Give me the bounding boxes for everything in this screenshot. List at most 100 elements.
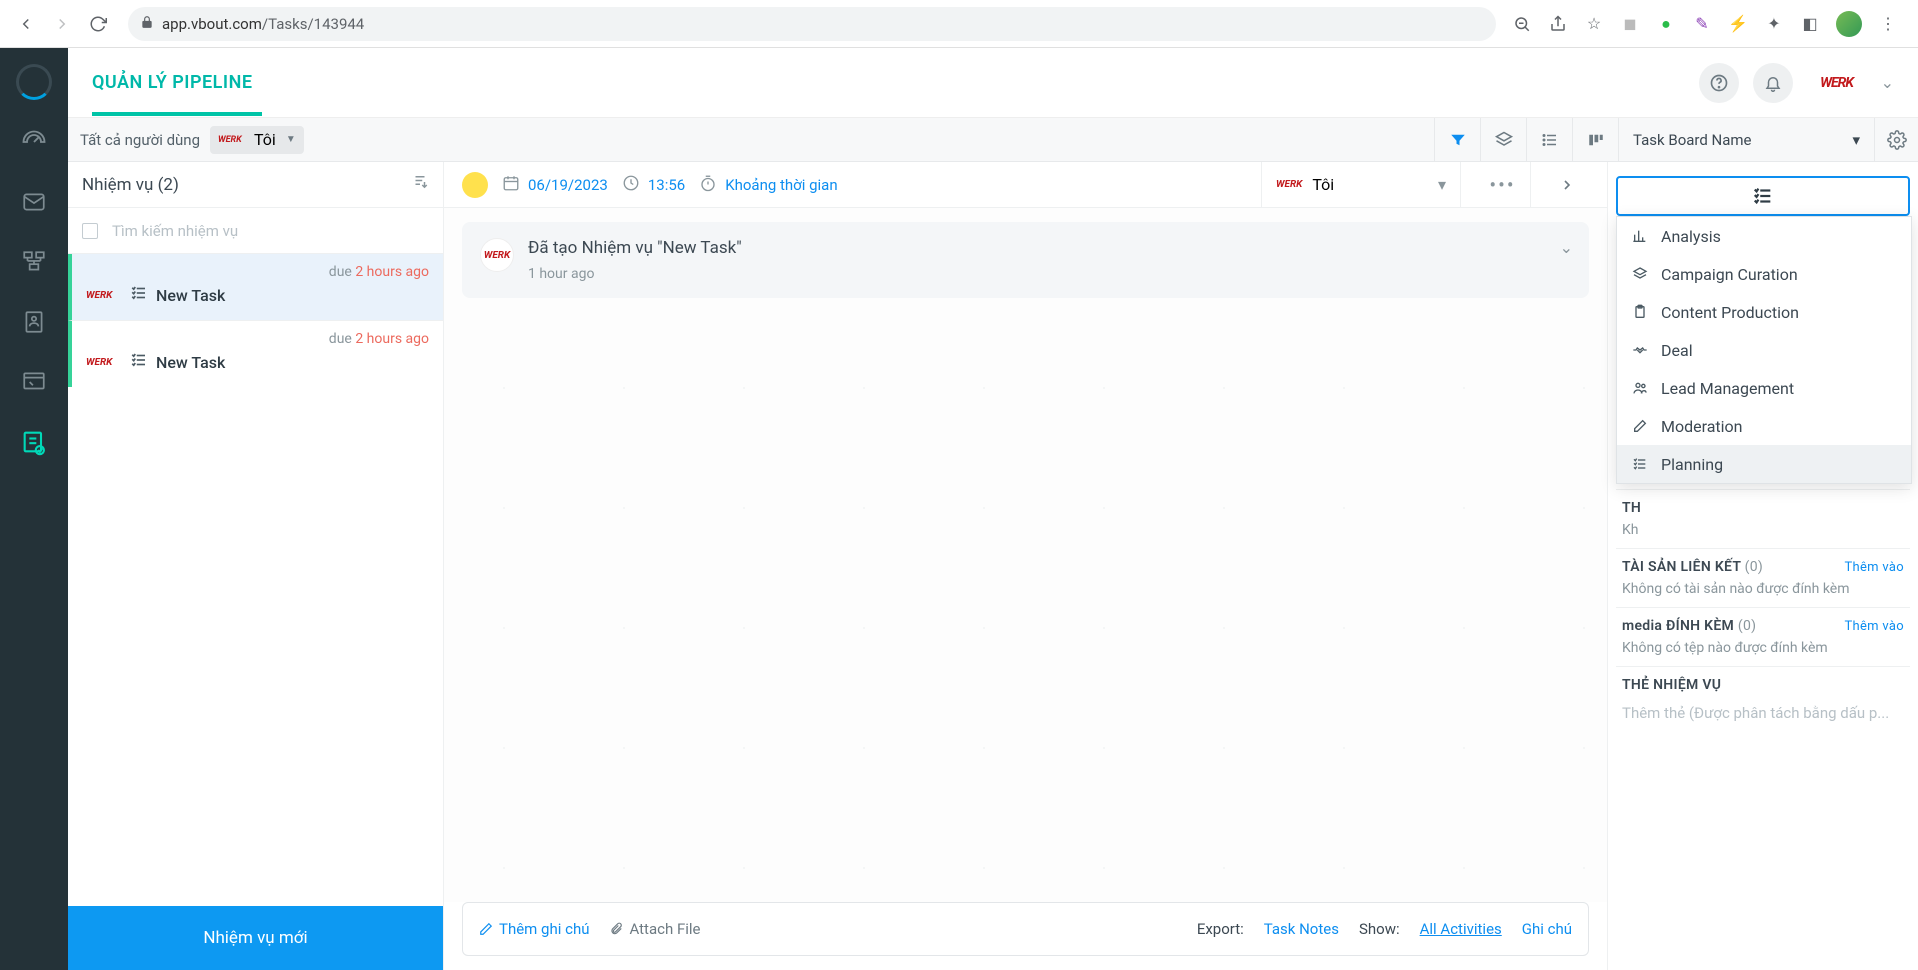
dropdown-item-campaign[interactable]: Campaign Curation <box>1617 255 1911 293</box>
task-item[interactable]: due 2 hours ago WERK New Task <box>68 254 443 320</box>
dropdown-item-analysis[interactable]: Analysis <box>1617 217 1911 255</box>
task-type-button[interactable] <box>1616 176 1910 216</box>
dropdown-item-moderation[interactable]: Moderation <box>1617 407 1911 445</box>
rail-email[interactable] <box>16 184 52 220</box>
rail-dashboard[interactable] <box>16 124 52 160</box>
show-notes[interactable]: Ghi chú <box>1522 920 1572 938</box>
activity-text: Đã tạo Nhiệm vụ "New Task" <box>528 238 742 258</box>
back-button[interactable] <box>12 10 40 38</box>
attach-file-button[interactable]: Attach File <box>609 920 700 938</box>
star-icon[interactable]: ☆ <box>1584 14 1604 34</box>
sidepanel-icon[interactable]: ◧ <box>1800 14 1820 34</box>
layers-view-icon[interactable] <box>1480 118 1526 161</box>
detail-footer: Thêm ghi chú Attach File Export: Task No… <box>462 902 1589 956</box>
select-all-checkbox[interactable] <box>82 223 98 239</box>
due-date-picker[interactable]: 06/19/2023 <box>502 174 608 196</box>
activity-card[interactable]: WERK Đã tạo Nhiệm vụ "New Task" 1 hour a… <box>462 222 1589 298</box>
settings-button[interactable] <box>1874 118 1918 161</box>
show-all-activities[interactable]: All Activities <box>1420 920 1502 938</box>
loading-spinner-icon <box>16 64 52 100</box>
assignee-select[interactable]: WERK Tôi ▾ <box>1261 162 1461 207</box>
sort-icon[interactable] <box>411 173 429 196</box>
reload-button[interactable] <box>84 10 112 38</box>
list-icon <box>1631 456 1649 472</box>
handshake-icon <box>1631 342 1649 358</box>
list-icon <box>1752 185 1774 207</box>
page-header: QUẢN LÝ PIPELINE WERK ⌄ <box>68 48 1918 118</box>
layers-icon <box>1631 266 1649 282</box>
section-deals: TH Kh <box>1616 489 1910 548</box>
user-filter-label: Tôi <box>254 130 276 149</box>
add-note-button[interactable]: Thêm ghi chú <box>479 920 589 938</box>
caret-down-icon: ▼ <box>286 134 296 145</box>
task-title: New Task <box>156 353 225 372</box>
dropdown-item-content[interactable]: Content Production <box>1617 293 1911 331</box>
assignee-logo-icon: WERK <box>1276 179 1302 190</box>
notification-button[interactable] <box>1753 63 1793 103</box>
account-logo[interactable]: WERK <box>1807 67 1867 99</box>
list-view-icon[interactable] <box>1526 118 1572 161</box>
edit-icon <box>1631 418 1649 434</box>
zoom-icon[interactable] <box>1512 14 1532 34</box>
activity-avatar-icon: WERK <box>480 238 514 272</box>
search-input[interactable] <box>112 222 429 240</box>
nav-rail <box>0 48 68 970</box>
task-type-dropdown: Analysis Campaign Curation Content Produ… <box>1616 216 1912 484</box>
extensions-icon[interactable]: ✦ <box>1764 14 1784 34</box>
stopwatch-icon <box>699 174 717 196</box>
add-link[interactable]: Thêm vào <box>1844 560 1904 575</box>
user-filter-chip[interactable]: WERK Tôi ▼ <box>210 126 304 154</box>
help-button[interactable] <box>1699 63 1739 103</box>
dropdown-item-deal[interactable]: Deal <box>1617 331 1911 369</box>
url-bar[interactable]: app.vbout.com/Tasks/143944 <box>128 7 1496 41</box>
tasks-heading: Nhiệm vụ (2) <box>82 175 179 195</box>
task-owner-icon: WERK <box>86 357 122 368</box>
chevron-down-icon: ⌄ <box>1560 238 1573 257</box>
lock-icon <box>140 15 154 33</box>
dropdown-item-planning[interactable]: Planning <box>1617 445 1911 483</box>
clipboard-icon <box>1631 304 1649 320</box>
browser-toolbar: app.vbout.com/Tasks/143944 ☆ ◼ ● ✎ ⚡ ✦ ◧… <box>0 0 1918 48</box>
ext3-icon[interactable]: ✎ <box>1692 14 1712 34</box>
chrome-menu-icon[interactable]: ⋮ <box>1878 14 1898 34</box>
right-panel: Analysis Campaign Curation Content Produ… <box>1608 162 1918 970</box>
page-title: QUẢN LÝ PIPELINE <box>92 72 252 93</box>
clock-icon <box>622 174 640 196</box>
status-dot-icon[interactable] <box>462 172 488 198</box>
section-attachments: media ĐÍNH KÈM (0)Thêm vào Không có tệp … <box>1616 607 1910 666</box>
rail-pages[interactable] <box>16 364 52 400</box>
people-icon <box>1631 380 1649 396</box>
duration-picker[interactable]: Khoảng thời gian <box>699 174 837 196</box>
export-task-notes[interactable]: Task Notes <box>1264 920 1339 938</box>
board-select[interactable]: Task Board Name ▾ <box>1618 118 1874 161</box>
filter-icon[interactable] <box>1434 118 1480 161</box>
collapse-panel-button[interactable] <box>1545 162 1589 207</box>
section-linked-assets: TÀI SẢN LIÊN KẾT (0)Thêm vào Không có tà… <box>1616 548 1910 607</box>
add-link[interactable]: Thêm vào <box>1844 619 1904 634</box>
dropdown-item-lead[interactable]: Lead Management <box>1617 369 1911 407</box>
show-label: Show: <box>1359 920 1400 938</box>
profile-avatar[interactable] <box>1836 11 1862 37</box>
caret-down-icon: ▾ <box>1438 175 1446 194</box>
ext1-icon[interactable]: ◼ <box>1620 14 1640 34</box>
export-label: Export: <box>1197 920 1244 938</box>
board-view-icon[interactable] <box>1572 118 1618 161</box>
activity-time: 1 hour ago <box>528 266 742 282</box>
tag-input[interactable] <box>1622 693 1904 733</box>
new-task-button[interactable]: Nhiệm vụ mới <box>68 906 443 970</box>
rail-pipeline[interactable] <box>16 424 52 460</box>
due-time-picker[interactable]: 13:56 <box>622 174 685 196</box>
task-owner-icon: WERK <box>86 290 122 301</box>
more-actions-button[interactable]: ••• <box>1475 162 1531 207</box>
rail-automation[interactable] <box>16 244 52 280</box>
ext4-icon[interactable]: ⚡ <box>1728 14 1748 34</box>
share-icon[interactable] <box>1548 14 1568 34</box>
rail-contacts[interactable] <box>16 304 52 340</box>
account-caret-icon[interactable]: ⌄ <box>1881 73 1894 92</box>
filter-bar: Tất cả người dùng WERK Tôi ▼ Task Board … <box>68 118 1918 162</box>
ext2-icon[interactable]: ● <box>1656 14 1676 34</box>
section-tags: THẺ NHIỆM VỤ <box>1616 666 1910 743</box>
task-title: New Task <box>156 286 225 305</box>
forward-button[interactable] <box>48 10 76 38</box>
task-item[interactable]: due 2 hours ago WERK New Task <box>68 320 443 387</box>
